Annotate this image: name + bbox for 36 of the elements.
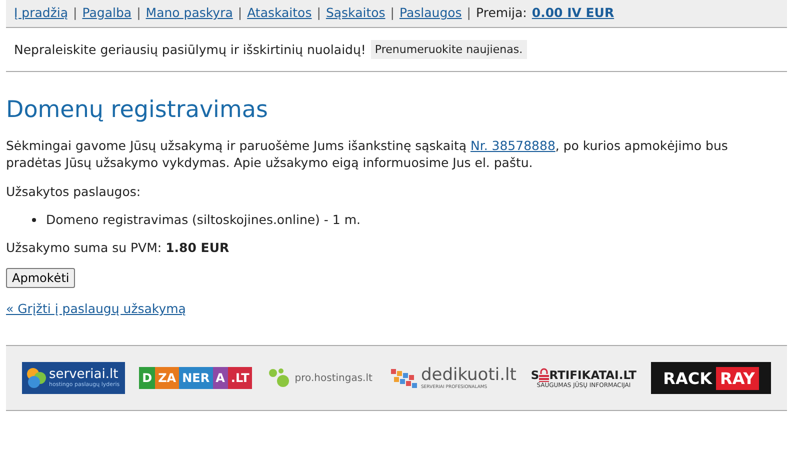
separator-text: | — [466, 5, 472, 20]
message-text: Sėkmingai gavome Jūsų užsakymą ir paruošėme Jums išankstinę sąskaitą Nr. 38578888, po kurios apmokėjimo bus pradėtas Jūsų užsakymo vykdymas. Apie užsakymo eigą informuosime Jus el. paštu. — [6, 137, 729, 171]
logo-text[interactable]: dedikuoti.lt — [420, 366, 516, 385]
subscribe-button[interactable]: Prenumeruokite naujienas. — [370, 40, 527, 59]
logo-letter-block[interactable]: .LT — [228, 367, 252, 389]
partner-logo[interactable]: RACK RAY — [650, 362, 771, 394]
promo-text: Nepraleiskite geriausių pasiūlymų ir išskirtinių nuolaidų! — [14, 42, 366, 57]
nav-link[interactable]: Ataskaitos — [247, 5, 312, 20]
separator-text: | — [316, 5, 321, 20]
nav-link[interactable]: Mano paskyra — [146, 5, 233, 20]
pay-button[interactable]: Apmokėti — [6, 268, 76, 288]
nav-link[interactable]: Pagalba — [82, 5, 132, 20]
invoice-link[interactable]: Nr. 38578888 — [470, 138, 556, 153]
logo-text[interactable]: RTIFIKATAI.LT — [549, 368, 636, 382]
page-title: Domenų registravimas — [6, 97, 269, 123]
logo-letter-block[interactable]: A — [212, 367, 228, 389]
separator-text: | — [238, 5, 242, 20]
nav-link[interactable]: Sąskaitos — [326, 5, 386, 20]
bonus-label: Premija: — [476, 5, 527, 20]
service-item: Domeno registravimas (siltoskojines.online) - 1 m. — [46, 212, 360, 227]
nav-link[interactable]: Paslaugos — [399, 5, 462, 20]
logo-text: RAY — [716, 366, 759, 390]
nav-link[interactable]: Į pradžią — [14, 5, 68, 20]
logo-text[interactable]: S — [530, 368, 540, 382]
logo-letter-block[interactable]: D — [139, 367, 156, 389]
separator-text: | — [136, 5, 141, 20]
logo-text: serveriai.lt — [49, 368, 120, 382]
logo-text[interactable]: pro.hostingas.lt — [294, 372, 372, 384]
services-label: Užsakytos paslaugos: — [6, 183, 142, 200]
back-link[interactable]: « Grįžti į paslaugų užsakymą — [6, 301, 186, 316]
separator-text: | — [390, 5, 394, 20]
order-total: Užsakymo suma su PVM: 1.80 EUR — [6, 239, 230, 256]
bonus-link[interactable]: 0.00 IV EUR — [532, 5, 614, 20]
logo-text: RACK — [663, 368, 712, 388]
logo-letter-block[interactable]: NER — [179, 367, 213, 389]
separator-text: | — [73, 5, 78, 20]
